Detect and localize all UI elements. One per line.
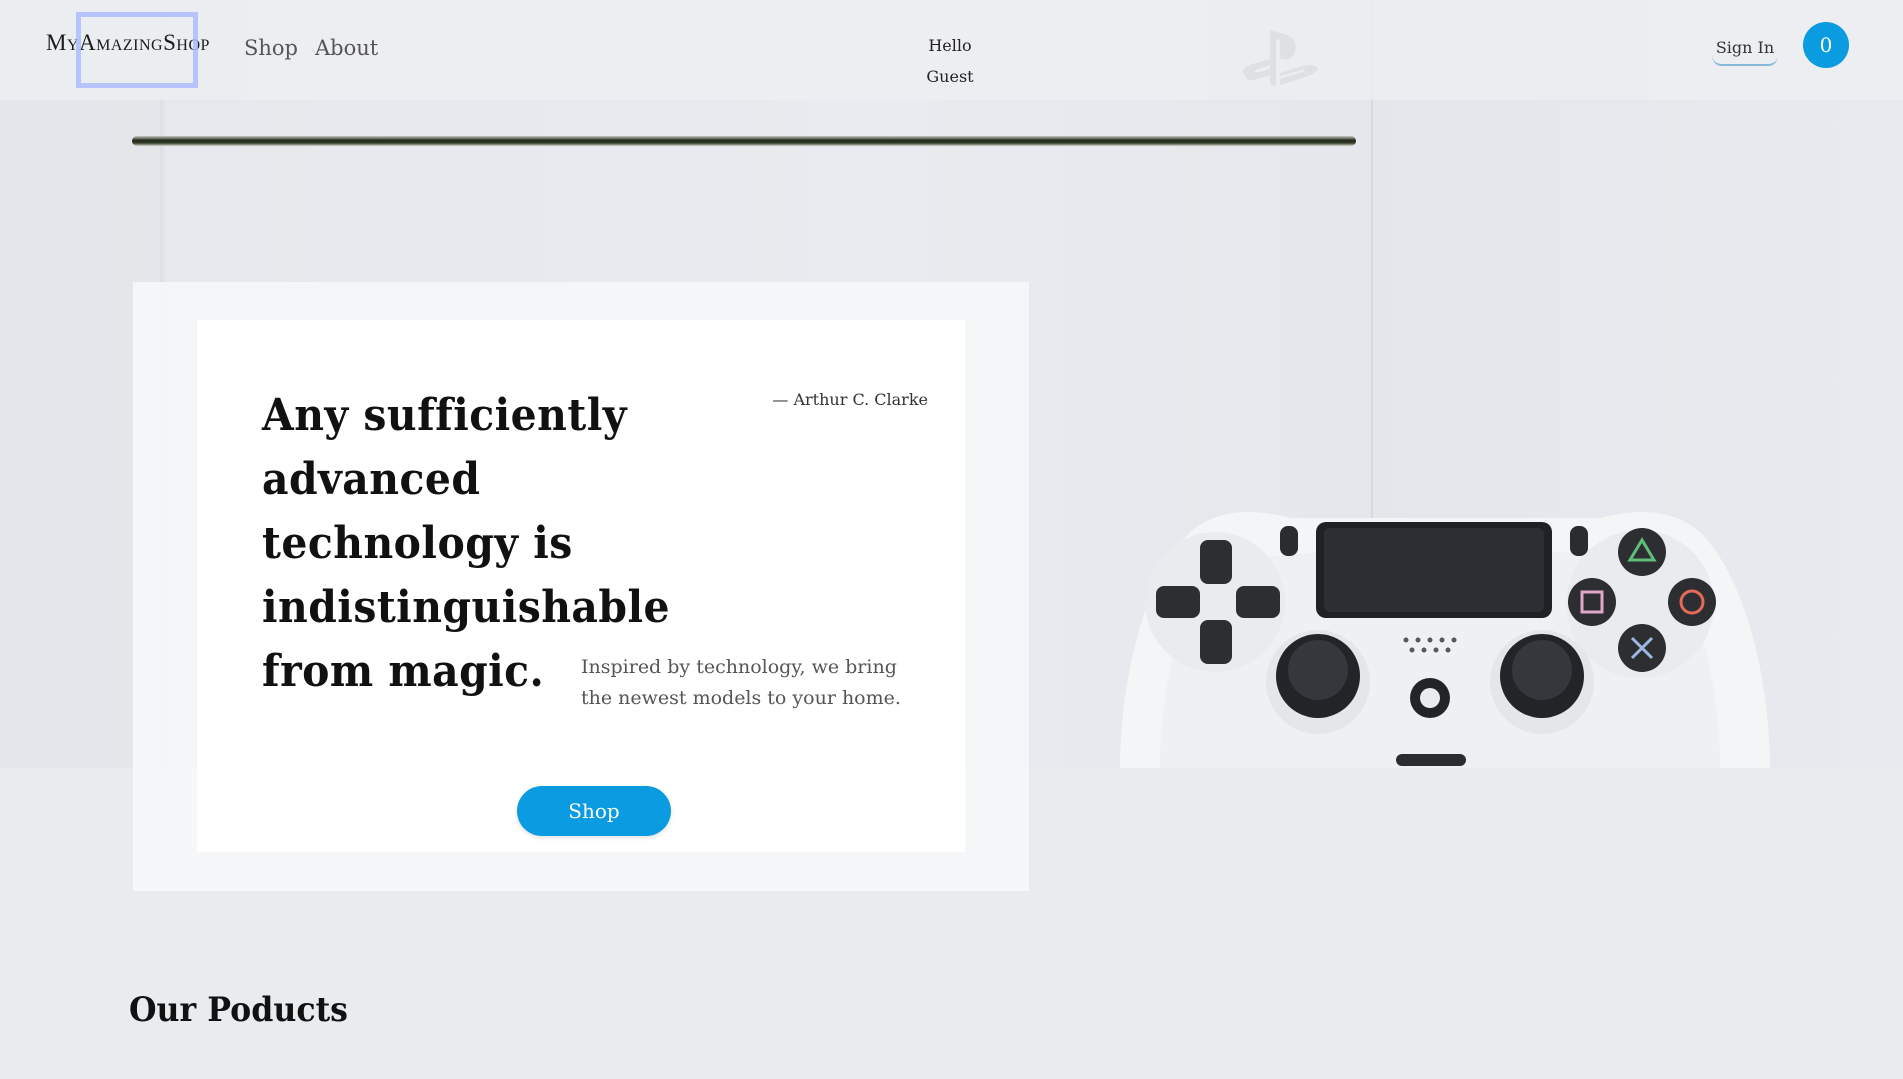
- greeting-guest: Guest: [926, 67, 974, 86]
- greeting: Hello Guest: [910, 30, 990, 92]
- greeting-hello: Hello: [928, 36, 972, 55]
- hero-console-stripe: [132, 136, 1356, 146]
- products-section-title: Our Poducts: [129, 990, 348, 1030]
- controller-image: [1120, 511, 1770, 768]
- quote-author: — Arthur C. Clarke: [772, 390, 928, 409]
- top-navbar: MyAmazingShop Shop About Hello Guest Sig…: [0, 0, 1903, 100]
- focus-outline: [76, 12, 198, 88]
- shop-button[interactable]: Shop: [517, 786, 671, 836]
- cart-count-button[interactable]: 0: [1803, 22, 1849, 68]
- nav-about-link[interactable]: About: [315, 36, 378, 60]
- hero-tagline: Inspired by technology, we bring the new…: [581, 656, 901, 709]
- nav-shop-link[interactable]: Shop: [244, 36, 298, 60]
- sign-in-button[interactable]: Sign In: [1712, 38, 1778, 66]
